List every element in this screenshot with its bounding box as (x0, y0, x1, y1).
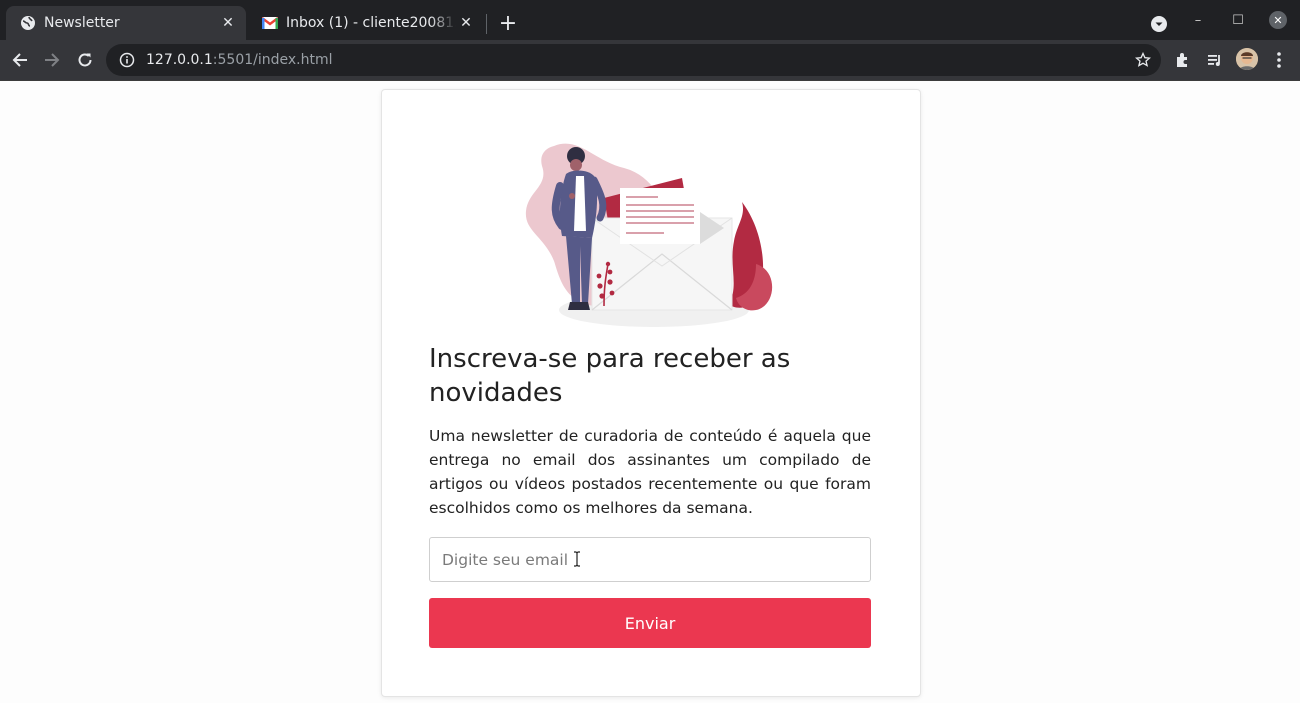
window-controls: – ☐ ✕ (1178, 0, 1298, 40)
tab-strip: Newsletter ✕ Inbox (1) - cliente20081524… (0, 0, 1300, 40)
bookmark-star-icon[interactable] (1133, 50, 1153, 70)
reload-icon[interactable] (73, 48, 97, 72)
profile-avatar[interactable] (1236, 48, 1258, 70)
newsletter-illustration (525, 143, 773, 327)
url-text: 127.0.0.1:5501/index.html (146, 52, 333, 68)
tab-separator (486, 14, 487, 34)
browser-toolbar: 127.0.0.1:5501/index.html (0, 40, 1300, 81)
tab-title: Newsletter (44, 15, 120, 31)
url-path: :5501/index.html (212, 52, 333, 68)
newsletter-heading: Inscreva-se para receber as novidades (429, 344, 791, 408)
email-input[interactable] (429, 537, 871, 582)
menu-icon[interactable] (1267, 48, 1291, 72)
tab-title: Inbox (1) - cliente20081524 (286, 15, 456, 31)
back-icon[interactable] (8, 48, 32, 72)
tab-newsletter[interactable]: Newsletter ✕ (6, 6, 246, 40)
minimize-icon[interactable]: – (1178, 0, 1218, 40)
text-cursor-icon (574, 551, 580, 567)
submit-button[interactable]: Enviar (429, 598, 871, 648)
close-tab-icon[interactable]: ✕ (456, 13, 476, 33)
tab-search-icon[interactable] (1149, 14, 1169, 34)
new-tab-button[interactable]: + (496, 11, 520, 36)
tab-inbox[interactable]: Inbox (1) - cliente20081524 ✕ (248, 6, 484, 40)
address-bar[interactable]: 127.0.0.1:5501/index.html (106, 44, 1161, 76)
gmail-icon (262, 15, 278, 31)
extensions-icon[interactable] (1171, 48, 1195, 72)
close-window-icon[interactable]: ✕ (1258, 0, 1298, 40)
url-host: 127.0.0.1 (146, 52, 213, 68)
forward-icon[interactable] (40, 48, 64, 72)
close-tab-icon[interactable]: ✕ (218, 13, 238, 33)
media-controls-icon[interactable] (1203, 48, 1227, 72)
site-info-icon[interactable] (118, 51, 136, 69)
globe-icon (20, 15, 36, 31)
newsletter-description: Uma newsletter de curadoria de conteúdo … (429, 427, 871, 517)
newsletter-card: Inscreva-se para receber as novidades Um… (381, 89, 921, 697)
page-viewport: Inscreva-se para receber as novidades Um… (0, 81, 1300, 703)
maximize-icon[interactable]: ☐ (1218, 0, 1258, 40)
